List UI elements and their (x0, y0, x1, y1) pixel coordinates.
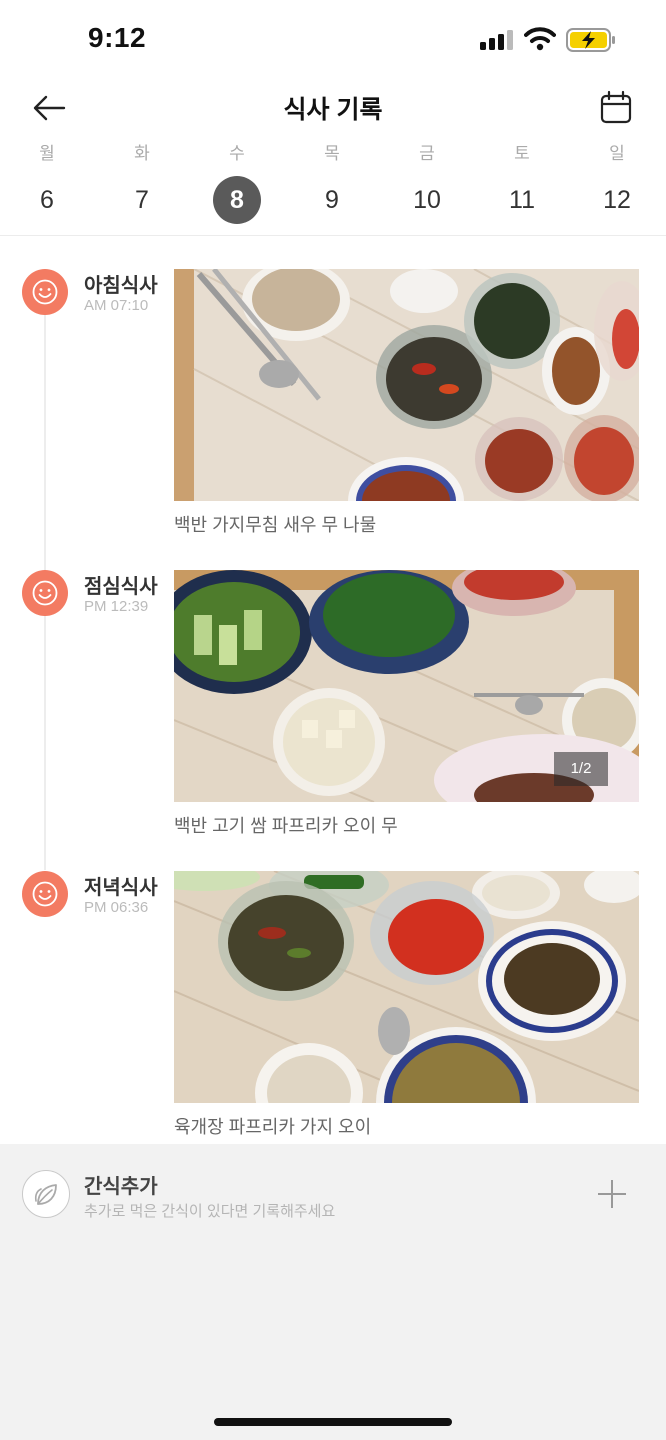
snack-subtitle: 추가로 먹은 간식이 있다면 기록해주세요 (84, 1203, 336, 1220)
day-name: 일 (609, 144, 625, 163)
snack-title: 간식추가 (84, 1176, 158, 1198)
smile-face-icon (22, 570, 68, 616)
day-number: 7 (135, 186, 149, 214)
day-thursday[interactable]: 목 9 (302, 142, 362, 224)
day-monday[interactable]: 월 6 (17, 142, 77, 224)
meal-caption: 백반 고기 쌈 파프리카 오이 무 (174, 816, 398, 836)
day-name: 화 (134, 144, 150, 163)
meal-time: PM 12:39 (84, 598, 149, 615)
cellular-signal-icon (480, 30, 514, 50)
meal-name: 저녁식사 (84, 877, 158, 899)
day-number: 11 (509, 186, 535, 214)
battery-charging-icon (566, 28, 615, 52)
meal-caption: 백반 가지무침 새우 무 나물 (174, 515, 377, 535)
leaf-icon (22, 1170, 70, 1218)
day-name: 금 (419, 144, 435, 163)
header-divider (0, 235, 666, 236)
add-snack-button[interactable] (596, 1178, 628, 1210)
smile-face-icon (22, 269, 68, 315)
meal-time: AM 07:10 (84, 297, 149, 314)
meal-caption: 육개장 파프리카 가지 오이 (174, 1117, 372, 1137)
day-number: 10 (413, 186, 441, 214)
week-selector: 월 6 화 7 수 8 목 9 금 10 토 11 일 12 (0, 142, 666, 232)
meal-entry-lunch[interactable]: 점심식사 PM 12:39 1/2 백반 고기 쌈 파프리카 오이 무 (0, 570, 666, 860)
meal-photo[interactable] (174, 269, 639, 501)
photo-counter: 1/2 (554, 752, 608, 786)
meal-time: PM 06:36 (84, 899, 149, 916)
meal-name: 아침식사 (84, 275, 158, 297)
day-name: 월 (39, 144, 55, 163)
day-wednesday-selected[interactable]: 수 8 (207, 142, 267, 224)
page-title: 식사 기록 (283, 96, 383, 124)
day-name: 목 (324, 144, 340, 163)
day-friday[interactable]: 금 10 (397, 142, 457, 224)
status-time: 9:12 (88, 22, 147, 53)
day-sunday[interactable]: 일 12 (587, 142, 647, 224)
meal-photo[interactable]: 1/2 (174, 570, 639, 802)
home-indicator[interactable] (214, 1418, 452, 1426)
day-number: 12 (603, 186, 631, 214)
day-number: 8 (213, 176, 261, 224)
meal-name: 점심식사 (84, 576, 158, 598)
day-saturday[interactable]: 토 11 (492, 142, 552, 224)
smile-face-icon (22, 871, 68, 917)
day-tuesday[interactable]: 화 7 (112, 142, 172, 224)
meal-photo[interactable] (174, 871, 639, 1103)
meal-entry-breakfast[interactable]: 아침식사 AM 07:10 백반 가지무침 새우 무 나물 (0, 269, 666, 559)
calendar-button[interactable] (596, 90, 636, 126)
wifi-icon (524, 27, 556, 51)
day-name: 수 (229, 144, 245, 163)
day-number: 6 (40, 186, 54, 214)
meal-entry-dinner[interactable]: 저녁식사 PM 06:36 육개장 파프리카 가지 오이 (0, 871, 666, 1161)
main-content: 9:12 식사 기록 월 6 화 7 수 8 목 9 금 10 토 11 일 1… (0, 0, 666, 1144)
day-name: 토 (514, 144, 530, 163)
day-number: 9 (325, 186, 339, 214)
